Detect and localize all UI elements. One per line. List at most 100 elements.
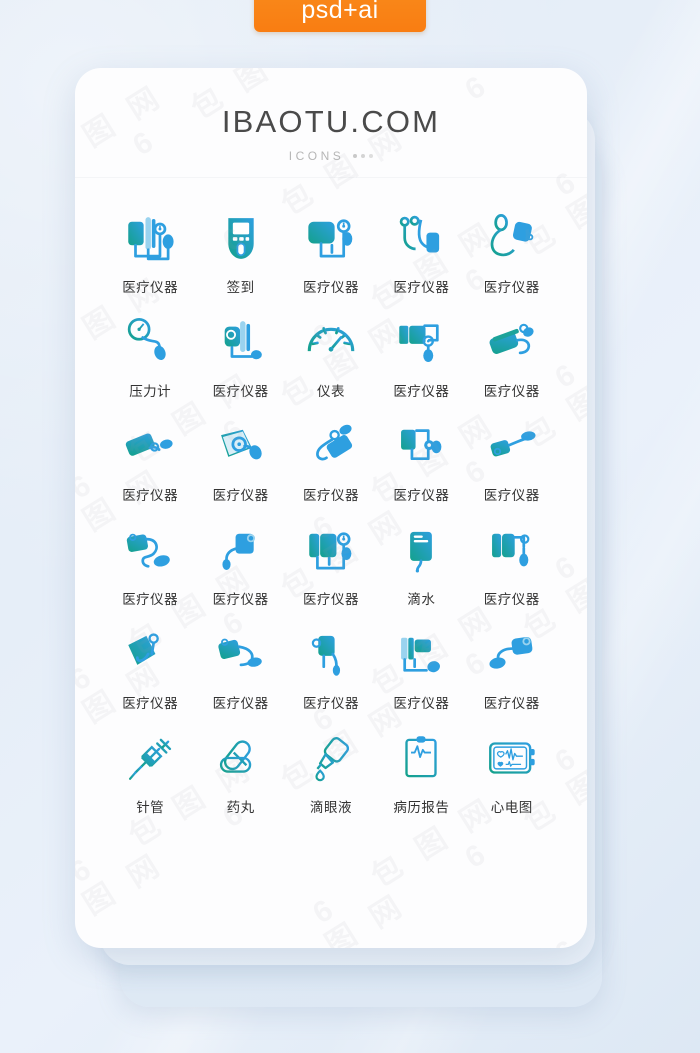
tilted-cuff-bulb-icon[interactable] bbox=[118, 414, 182, 478]
icon-cell[interactable]: 心电图 bbox=[467, 726, 557, 816]
icon-cell[interactable]: 病历报告 bbox=[376, 726, 466, 816]
icon-cell[interactable]: 药丸 bbox=[195, 726, 285, 816]
page-subtitle: ICONS bbox=[75, 149, 587, 163]
icon-label: 医疗仪器 bbox=[393, 384, 450, 400]
cuff-tube-dial-icon[interactable] bbox=[389, 414, 453, 478]
syringe-icon[interactable] bbox=[118, 726, 182, 790]
eye-drops-icon[interactable] bbox=[299, 726, 363, 790]
format-badge-label: psd+ai bbox=[301, 0, 379, 24]
stethoscope-monitor-icon[interactable] bbox=[389, 206, 453, 270]
icon-cell[interactable]: 医疗仪器 bbox=[286, 622, 376, 712]
page-title: IBAOTU.COM bbox=[221, 104, 441, 139]
cuff-coil-bulb-icon[interactable] bbox=[118, 518, 182, 582]
blood-pressure-loop-icon[interactable] bbox=[480, 206, 544, 270]
icon-label: 压力计 bbox=[129, 384, 172, 400]
icon-set-card: IBAOTU.COM ICONS 6 包图网 6 包图网 6 包图网 6 包图网… bbox=[75, 68, 587, 948]
watermark-row: 6 包图网 6 包图网 6 包图网 6 包图网 bbox=[75, 825, 587, 948]
icon-cell[interactable]: 医疗仪器 bbox=[467, 622, 557, 712]
icon-cell[interactable]: 医疗仪器 bbox=[467, 518, 557, 608]
icon-cell[interactable]: 医疗仪器 bbox=[195, 622, 285, 712]
icon-label: 医疗仪器 bbox=[393, 696, 450, 712]
ecg-monitor-icon[interactable] bbox=[480, 726, 544, 790]
icon-cell[interactable]: 医疗仪器 bbox=[376, 414, 466, 504]
icon-label: 医疗仪器 bbox=[393, 488, 450, 504]
icon-label: 病历报告 bbox=[393, 800, 450, 816]
icon-label: 滴眼液 bbox=[309, 800, 352, 816]
icon-cell[interactable]: 医疗仪器 bbox=[286, 206, 376, 296]
icon-cell[interactable]: 滴水 bbox=[376, 518, 466, 608]
format-badge: psd+ai bbox=[254, 0, 426, 32]
icon-grid: 医疗仪器 签到 医疗仪器 医疗仪器 医疗仪器 压力计 医疗仪器 仪表 医疗仪器 医疗仪器 医疗仪器医… bbox=[75, 178, 587, 816]
icon-label: 医疗仪器 bbox=[122, 280, 179, 296]
icon-cell[interactable]: 医疗仪器 bbox=[376, 310, 466, 400]
icon-label: 医疗仪器 bbox=[393, 280, 450, 296]
upright-cuff-bulb-icon[interactable] bbox=[209, 518, 273, 582]
icon-label: 针管 bbox=[136, 800, 165, 816]
icon-cell[interactable]: 医疗仪器 bbox=[376, 622, 466, 712]
icon-cell[interactable]: 滴眼液 bbox=[286, 726, 376, 816]
medical-report-clipboard-icon[interactable] bbox=[389, 726, 453, 790]
icon-cell[interactable]: 医疗仪器 bbox=[105, 414, 195, 504]
icon-label: 签到 bbox=[226, 280, 255, 296]
dial-meter-icon[interactable] bbox=[299, 310, 363, 374]
icon-label: 医疗仪器 bbox=[122, 696, 179, 712]
icon-cell[interactable]: 仪表 bbox=[286, 310, 376, 400]
iv-drip-bag-icon[interactable] bbox=[389, 518, 453, 582]
double-cuff-gauge-icon[interactable] bbox=[299, 518, 363, 582]
icon-label: 药丸 bbox=[226, 800, 255, 816]
icon-label: 医疗仪器 bbox=[212, 696, 269, 712]
icon-cell[interactable]: 医疗仪器 bbox=[195, 414, 285, 504]
page-subtitle-text: ICONS bbox=[288, 149, 345, 163]
icon-label: 医疗仪器 bbox=[483, 384, 540, 400]
icon-label: 医疗仪器 bbox=[212, 592, 269, 608]
glucose-meter-icon[interactable] bbox=[209, 206, 273, 270]
open-cuff-dial-icon[interactable] bbox=[209, 414, 273, 478]
subtitle-dots-icon bbox=[353, 154, 374, 158]
small-cuff-bulb-icon[interactable] bbox=[480, 414, 544, 478]
tilted-cuff-gauge-icon[interactable] bbox=[480, 310, 544, 374]
icon-label: 医疗仪器 bbox=[302, 696, 359, 712]
icon-label: 医疗仪器 bbox=[302, 592, 359, 608]
icon-label: 医疗仪器 bbox=[122, 592, 179, 608]
icon-label: 医疗仪器 bbox=[302, 488, 359, 504]
icon-cell[interactable]: 医疗仪器 bbox=[286, 518, 376, 608]
icon-label: 仪表 bbox=[316, 384, 345, 400]
cuff-round-gauge-icon[interactable] bbox=[480, 518, 544, 582]
icon-cell[interactable]: 医疗仪器 bbox=[467, 206, 557, 296]
cuff-pump-icon[interactable] bbox=[389, 310, 453, 374]
icon-cell[interactable]: 压力计 bbox=[105, 310, 195, 400]
icon-label: 医疗仪器 bbox=[483, 696, 540, 712]
icon-cell[interactable]: 医疗仪器 bbox=[105, 518, 195, 608]
icon-label: 心电图 bbox=[490, 800, 533, 816]
cuff-gauge-bulb-icon[interactable] bbox=[299, 206, 363, 270]
slanted-cuff-dial-icon[interactable] bbox=[118, 622, 182, 686]
icon-label: 医疗仪器 bbox=[483, 592, 540, 608]
diagonal-cuff-gauge-icon[interactable] bbox=[299, 414, 363, 478]
cuff-long-tube-icon[interactable] bbox=[209, 622, 273, 686]
icon-label: 医疗仪器 bbox=[302, 280, 359, 296]
icon-label: 医疗仪器 bbox=[483, 280, 540, 296]
icon-cell[interactable]: 医疗仪器 bbox=[195, 518, 285, 608]
icon-cell[interactable]: 医疗仪器 bbox=[105, 206, 195, 296]
striped-cuff-bulb-icon[interactable] bbox=[389, 622, 453, 686]
sphygmomanometer-column-icon[interactable] bbox=[118, 206, 182, 270]
manometer-column-icon[interactable] bbox=[209, 310, 273, 374]
icon-label: 医疗仪器 bbox=[212, 384, 269, 400]
pressure-gauge-bulb-icon[interactable] bbox=[118, 310, 182, 374]
icon-label: 医疗仪器 bbox=[122, 488, 179, 504]
pills-capsule-icon[interactable] bbox=[209, 726, 273, 790]
icon-cell[interactable]: 医疗仪器 bbox=[376, 206, 466, 296]
card-header: IBAOTU.COM ICONS bbox=[75, 68, 587, 178]
icon-label: 医疗仪器 bbox=[483, 488, 540, 504]
icon-label: 滴水 bbox=[407, 592, 436, 608]
icon-cell[interactable]: 针管 bbox=[105, 726, 195, 816]
icon-cell[interactable]: 医疗仪器 bbox=[195, 310, 285, 400]
icon-cell[interactable]: 医疗仪器 bbox=[286, 414, 376, 504]
icon-label: 医疗仪器 bbox=[212, 488, 269, 504]
icon-cell[interactable]: 医疗仪器 bbox=[467, 310, 557, 400]
icon-cell[interactable]: 医疗仪器 bbox=[467, 414, 557, 504]
icon-cell[interactable]: 医疗仪器 bbox=[105, 622, 195, 712]
icon-cell[interactable]: 签到 bbox=[195, 206, 285, 296]
twin-cuff-bulb-icon[interactable] bbox=[480, 622, 544, 686]
vertical-cuff-bulb-icon[interactable] bbox=[299, 622, 363, 686]
